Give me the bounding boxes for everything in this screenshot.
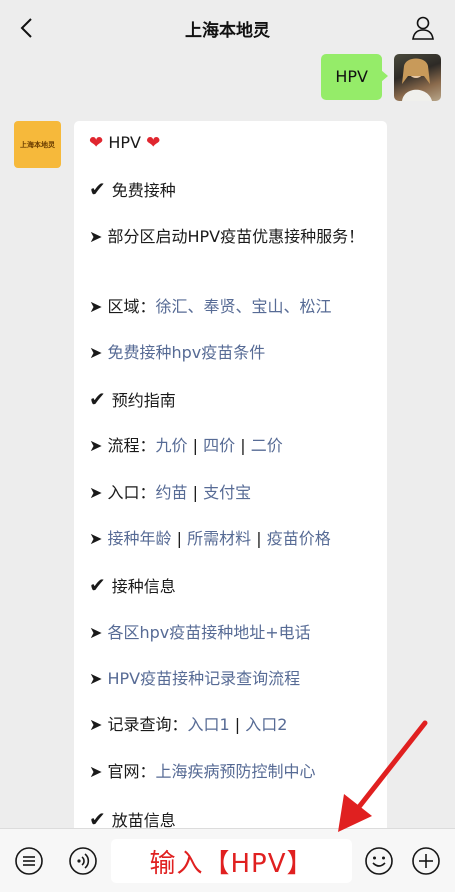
bot-avatar-text: 上海本地灵 <box>20 140 55 149</box>
list-item-text: 部分区启动HPV疫苗优惠接种服务！ <box>107 227 365 246</box>
list-item-label: 官网： <box>107 762 156 781</box>
outgoing-message-bubble[interactable]: HPV <box>321 54 388 100</box>
list-item: ➤ 接种年龄 | 所需材料 | 疫苗价格 <box>89 527 331 551</box>
cdc-website-link[interactable]: 上海疾病预防控制中心 <box>156 762 316 781</box>
back-icon[interactable] <box>14 14 42 42</box>
bot-avatar[interactable]: 上海本地灵 <box>14 121 61 168</box>
section-text: 接种信息 <box>111 577 176 596</box>
arrow-bullet-icon: ➤ <box>89 343 103 362</box>
list-item-label: 记录查询： <box>107 715 188 734</box>
list-item-label: 流程： <box>107 436 156 455</box>
two-valent-link[interactable]: 二价 <box>251 436 283 455</box>
section-heading-free: ✔ 免费接种 <box>89 177 176 203</box>
arrow-bullet-icon: ➤ <box>89 715 103 734</box>
yuemiao-link[interactable]: 约苗 <box>156 483 188 502</box>
check-icon: ✔ <box>89 573 106 597</box>
district-links[interactable]: 徐汇、奉贤、宝山、松江 <box>156 297 332 316</box>
heart-icon: ❤ <box>146 133 161 153</box>
user-icon[interactable] <box>409 14 437 42</box>
separator: | <box>192 483 199 502</box>
list-item: ➤ 各区hpv疫苗接种地址+电话 <box>89 621 311 645</box>
menu-icon[interactable] <box>14 846 44 876</box>
my-avatar[interactable] <box>394 54 441 101</box>
list-item: ➤ 部分区启动HPV疫苗优惠接种服务！ <box>89 225 374 249</box>
address-phone-link[interactable]: 各区hpv疫苗接种地址+电话 <box>108 623 311 642</box>
section-heading-booking: ✔ 预约指南 <box>89 387 176 413</box>
bot-message-bubble: ❤ HPV ❤ ✔ 免费接种 ➤ 部分区启动HPV疫苗优惠接种服务！ ➤ 区域：徐… <box>74 121 387 841</box>
entry-2-link[interactable]: 入口2 <box>245 715 287 734</box>
separator: | <box>192 436 199 455</box>
nine-valent-link[interactable]: 九价 <box>156 436 188 455</box>
plus-icon[interactable] <box>411 846 441 876</box>
section-heading-info: ✔ 接种信息 <box>89 573 176 599</box>
list-item: ➤ 记录查询：入口1 | 入口2 <box>89 713 287 737</box>
arrow-bullet-icon: ➤ <box>89 669 103 688</box>
arrow-bullet-icon: ➤ <box>89 227 103 246</box>
arrow-bullet-icon: ➤ <box>89 436 103 455</box>
message-title: ❤ HPV ❤ <box>89 131 160 155</box>
arrow-bullet-icon: ➤ <box>89 529 103 548</box>
list-item: ➤ 区域：徐汇、奉贤、宝山、松江 <box>89 295 332 319</box>
list-item: ➤ 官网：上海疾病预防控制中心 <box>89 760 316 784</box>
outgoing-message-row: HPV <box>321 54 441 101</box>
record-query-process-link[interactable]: HPV疫苗接种记录查询流程 <box>108 669 301 688</box>
arrow-bullet-icon: ➤ <box>89 483 103 502</box>
list-item: ➤ HPV疫苗接种记录查询流程 <box>89 667 300 691</box>
separator: | <box>240 436 246 455</box>
separator: | <box>176 529 182 548</box>
message-input[interactable]: 输入【HPV】 <box>111 839 352 883</box>
alipay-link[interactable]: 支付宝 <box>203 483 251 502</box>
separator: | <box>234 715 241 734</box>
chat-title: 上海本地灵 <box>185 20 270 41</box>
list-item: ➤ 入口：约苗 | 支付宝 <box>89 481 251 505</box>
list-item-label: 区域： <box>107 297 156 316</box>
free-vaccine-conditions-link[interactable]: 免费接种hpv疫苗条件 <box>108 343 266 362</box>
portrait-icon <box>402 58 432 101</box>
price-link[interactable]: 疫苗价格 <box>267 529 331 548</box>
emoji-icon[interactable] <box>364 846 394 876</box>
arrow-bullet-icon: ➤ <box>89 762 103 781</box>
check-icon: ✔ <box>89 387 106 411</box>
chat-header: 上海本地灵 <box>0 0 455 56</box>
voice-icon[interactable] <box>68 846 98 876</box>
list-item: ➤ 免费接种hpv疫苗条件 <box>89 341 265 365</box>
entry-1-link[interactable]: 入口1 <box>188 715 230 734</box>
list-item: ➤ 流程：九价 | 四价 | 二价 <box>89 434 283 458</box>
check-icon: ✔ <box>89 177 106 201</box>
age-link[interactable]: 接种年龄 <box>108 529 172 548</box>
arrow-bullet-icon: ➤ <box>89 297 103 316</box>
separator: | <box>256 529 262 548</box>
section-text: 免费接种 <box>111 181 176 200</box>
arrow-bullet-icon: ➤ <box>89 623 103 642</box>
heart-icon: ❤ <box>89 133 104 153</box>
materials-link[interactable]: 所需材料 <box>187 529 251 548</box>
input-overlay-text: 输入【HPV】 <box>149 848 314 879</box>
message-title-text: HPV <box>108 133 141 152</box>
four-valent-link[interactable]: 四价 <box>203 436 235 455</box>
list-item-label: 入口： <box>107 483 156 502</box>
input-bar: 输入【HPV】 <box>0 828 455 892</box>
section-text: 预约指南 <box>111 391 176 410</box>
